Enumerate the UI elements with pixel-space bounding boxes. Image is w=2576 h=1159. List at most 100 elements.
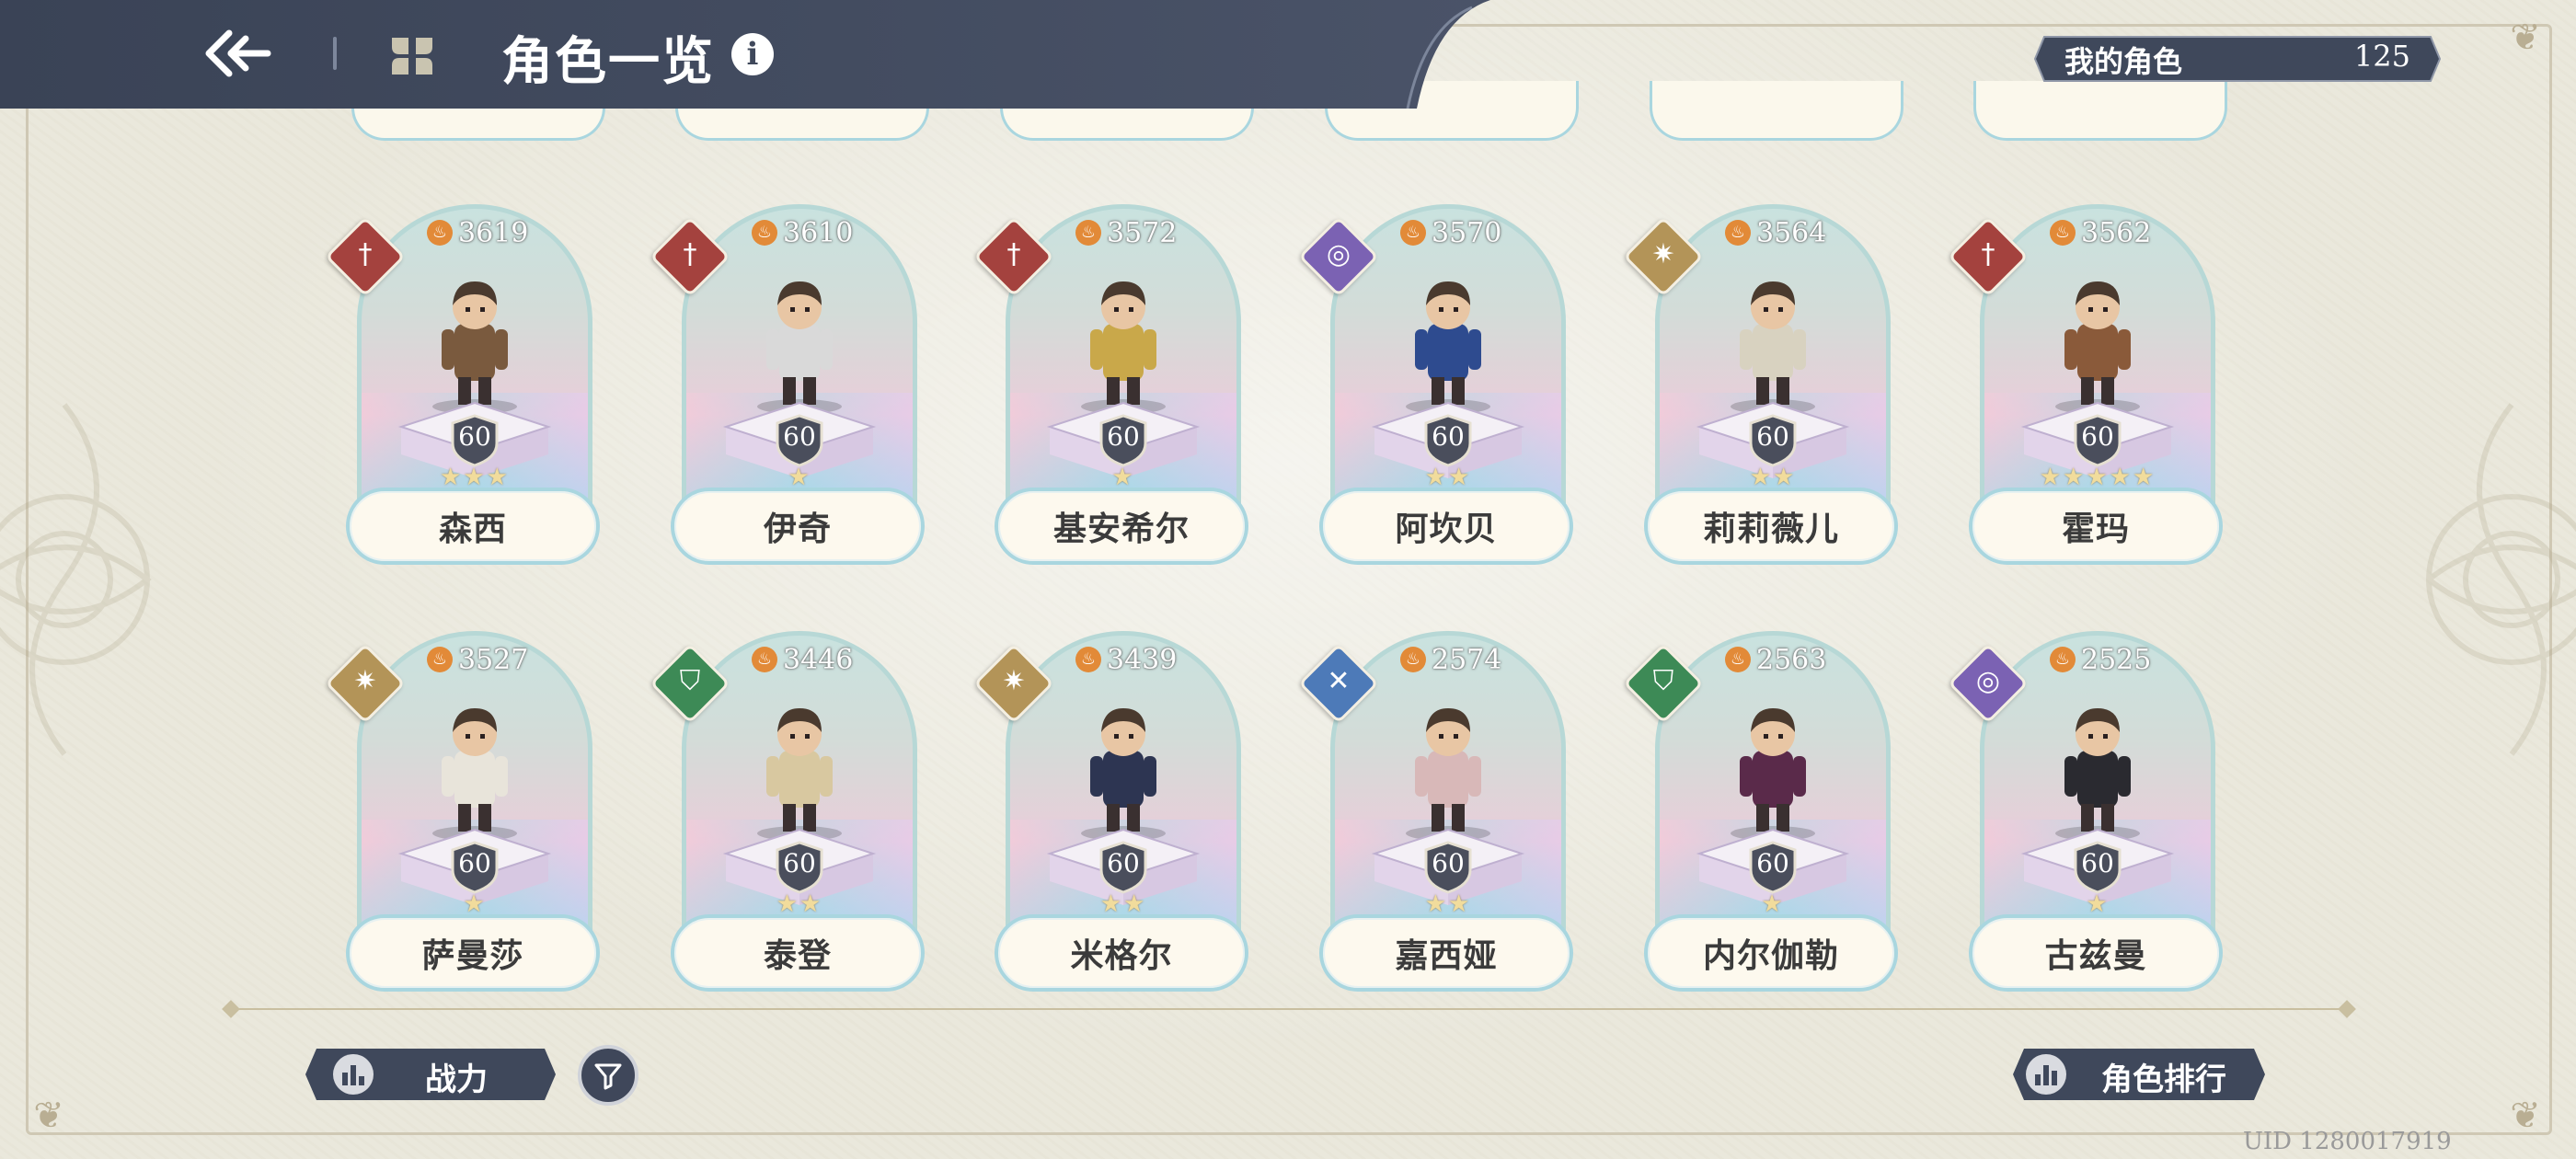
- filter-button[interactable]: [578, 1045, 638, 1106]
- character-card[interactable]: † ♨ 3572 60 ★ 基安希尔: [973, 204, 1252, 572]
- character-name: 莉莉薇儿: [1702, 510, 1839, 548]
- name-plate: 米格尔: [995, 914, 1248, 992]
- name-plate: 森西: [346, 488, 600, 565]
- power-indicator: ♨ 3446: [752, 643, 854, 676]
- power-indicator: ♨ 3527: [427, 644, 528, 676]
- level-value: 60: [1107, 848, 1140, 878]
- character-ranking-button[interactable]: 角色排行: [2011, 1047, 2267, 1102]
- character-card[interactable]: ◎ ♨ 2525 60 ★ 古兹曼: [1948, 631, 2226, 999]
- back-arrow-icon: [205, 29, 271, 77]
- power-value: 3446: [783, 643, 854, 676]
- power-indicator: ♨ 3619: [427, 216, 529, 249]
- level-value: 60: [2081, 848, 2114, 878]
- power-value: 3564: [1756, 216, 1827, 249]
- flame-icon: ♨: [1075, 647, 1101, 672]
- character-card[interactable]: ◎ ♨ 3570 60 ★★ 阿坎贝: [1298, 204, 1577, 572]
- flame-icon: ♨: [1400, 220, 1426, 246]
- character-card[interactable]: ✷ ♨ 3439 60 ★★ 米格尔: [973, 631, 1252, 999]
- character-name: 基安希尔: [1052, 510, 1190, 548]
- character-sprite: [2055, 281, 2140, 414]
- footer-divider-end: [222, 1000, 240, 1018]
- power-value: 3572: [1107, 216, 1178, 249]
- star-rating: ★: [2086, 890, 2110, 918]
- character-sprite: [1081, 708, 1166, 841]
- flame-icon: ♨: [1400, 647, 1426, 672]
- level-value: 60: [1107, 421, 1140, 452]
- character-name: 萨曼莎: [421, 936, 524, 975]
- ranking-label: 角色排行: [2101, 1061, 2226, 1098]
- power-indicator: ♨ 3439: [1075, 643, 1178, 676]
- name-plate: 泰登: [671, 914, 925, 992]
- name-plate: 嘉西娅: [1319, 914, 1573, 992]
- name-plate: 萨曼莎: [346, 914, 600, 992]
- power-value: 3619: [458, 216, 529, 249]
- sort-by-power-button[interactable]: 战力: [304, 1047, 558, 1102]
- star-rating: ★: [788, 464, 811, 491]
- power-value: 2525: [2081, 643, 2152, 676]
- character-card[interactable]: † ♨ 3619 60 ★★★ 森西: [325, 204, 604, 572]
- header-divider: [333, 37, 337, 70]
- flame-icon: ♨: [2050, 220, 2076, 246]
- corner-ornament-icon: ❦: [2510, 17, 2541, 59]
- level-value: 60: [458, 421, 491, 452]
- character-name: 嘉西娅: [1395, 936, 1498, 975]
- star-rating: ★★: [1099, 890, 1147, 918]
- flame-icon: ♨: [427, 647, 453, 672]
- character-card[interactable]: † ♨ 3610 60 ★ 伊奇: [650, 204, 928, 572]
- user-id-text: UID 1280017919: [2243, 1128, 2452, 1155]
- power-indicator: ♨ 3572: [1075, 216, 1178, 249]
- grid-view-button[interactable]: [386, 33, 438, 79]
- character-sprite: [1081, 281, 1166, 414]
- character-card[interactable]: ✷ ♨ 3527 60 ★ 萨曼莎: [325, 631, 604, 999]
- power-indicator: ♨ 3570: [1400, 217, 1501, 249]
- character-name: 古兹曼: [2044, 936, 2147, 975]
- level-value: 60: [458, 848, 491, 878]
- partial-card-nameplate[interactable]: [1973, 81, 2227, 141]
- flame-icon: ♨: [752, 220, 777, 246]
- info-icon[interactable]: i: [731, 33, 774, 75]
- character-sprite: [1406, 708, 1490, 841]
- level-value: 60: [1756, 421, 1789, 452]
- character-card[interactable]: ✕ ♨ 2574 60 ★★ 嘉西娅: [1298, 631, 1577, 999]
- level-value: 60: [2081, 421, 2114, 452]
- name-plate: 莉莉薇儿: [1644, 488, 1898, 565]
- power-indicator: ♨ 2574: [1400, 643, 1502, 676]
- character-name: 霍玛: [2061, 510, 2130, 548]
- character-card[interactable]: † ♨ 3562 60 ★★★★★ 霍玛: [1948, 204, 2226, 572]
- sort-label: 战力: [425, 1061, 488, 1098]
- corner-ornament-icon: ❦: [33, 1095, 64, 1137]
- character-card[interactable]: ⛉ ♨ 3446 60 ★★ 泰登: [650, 631, 928, 999]
- filter-icon: [594, 1063, 622, 1090]
- name-plate: 阿坎贝: [1319, 488, 1573, 565]
- level-value: 60: [783, 421, 816, 452]
- footer-divider: [228, 1008, 2346, 1010]
- power-value: 2574: [1432, 643, 1502, 676]
- level-value: 60: [1432, 421, 1465, 452]
- power-value: 3439: [1107, 643, 1178, 676]
- star-rating: ★★: [1749, 464, 1797, 491]
- grid-view-icon: [392, 38, 432, 75]
- partial-card-nameplate[interactable]: [1650, 81, 1903, 141]
- character-card[interactable]: ⛉ ♨ 2563 60 ★ 内尔伽勒: [1623, 631, 1902, 999]
- power-indicator: ♨ 2525: [2050, 643, 2152, 676]
- character-card[interactable]: ✷ ♨ 3564 60 ★★ 莉莉薇儿: [1623, 204, 1902, 572]
- power-indicator: ♨ 3562: [2050, 217, 2151, 249]
- left-ornament-icon: [0, 403, 152, 756]
- power-value: 2563: [1756, 643, 1827, 676]
- character-name: 伊奇: [763, 510, 832, 548]
- star-rating: ★: [463, 890, 487, 918]
- character-name: 米格尔: [1070, 936, 1173, 975]
- star-rating: ★★: [1424, 890, 1472, 918]
- flame-icon: ♨: [752, 647, 777, 672]
- right-ornament-icon: [2426, 403, 2576, 756]
- back-button[interactable]: [201, 22, 274, 85]
- character-sprite: [2055, 708, 2140, 841]
- flame-icon: ♨: [1725, 647, 1751, 672]
- character-sprite: [757, 708, 842, 841]
- footer-divider-end: [2338, 1000, 2356, 1018]
- flame-icon: ♨: [1725, 220, 1751, 246]
- character-sprite: [1406, 281, 1490, 414]
- flame-icon: ♨: [427, 220, 453, 246]
- character-name: 森西: [438, 510, 507, 548]
- character-sprite: [1731, 281, 1815, 414]
